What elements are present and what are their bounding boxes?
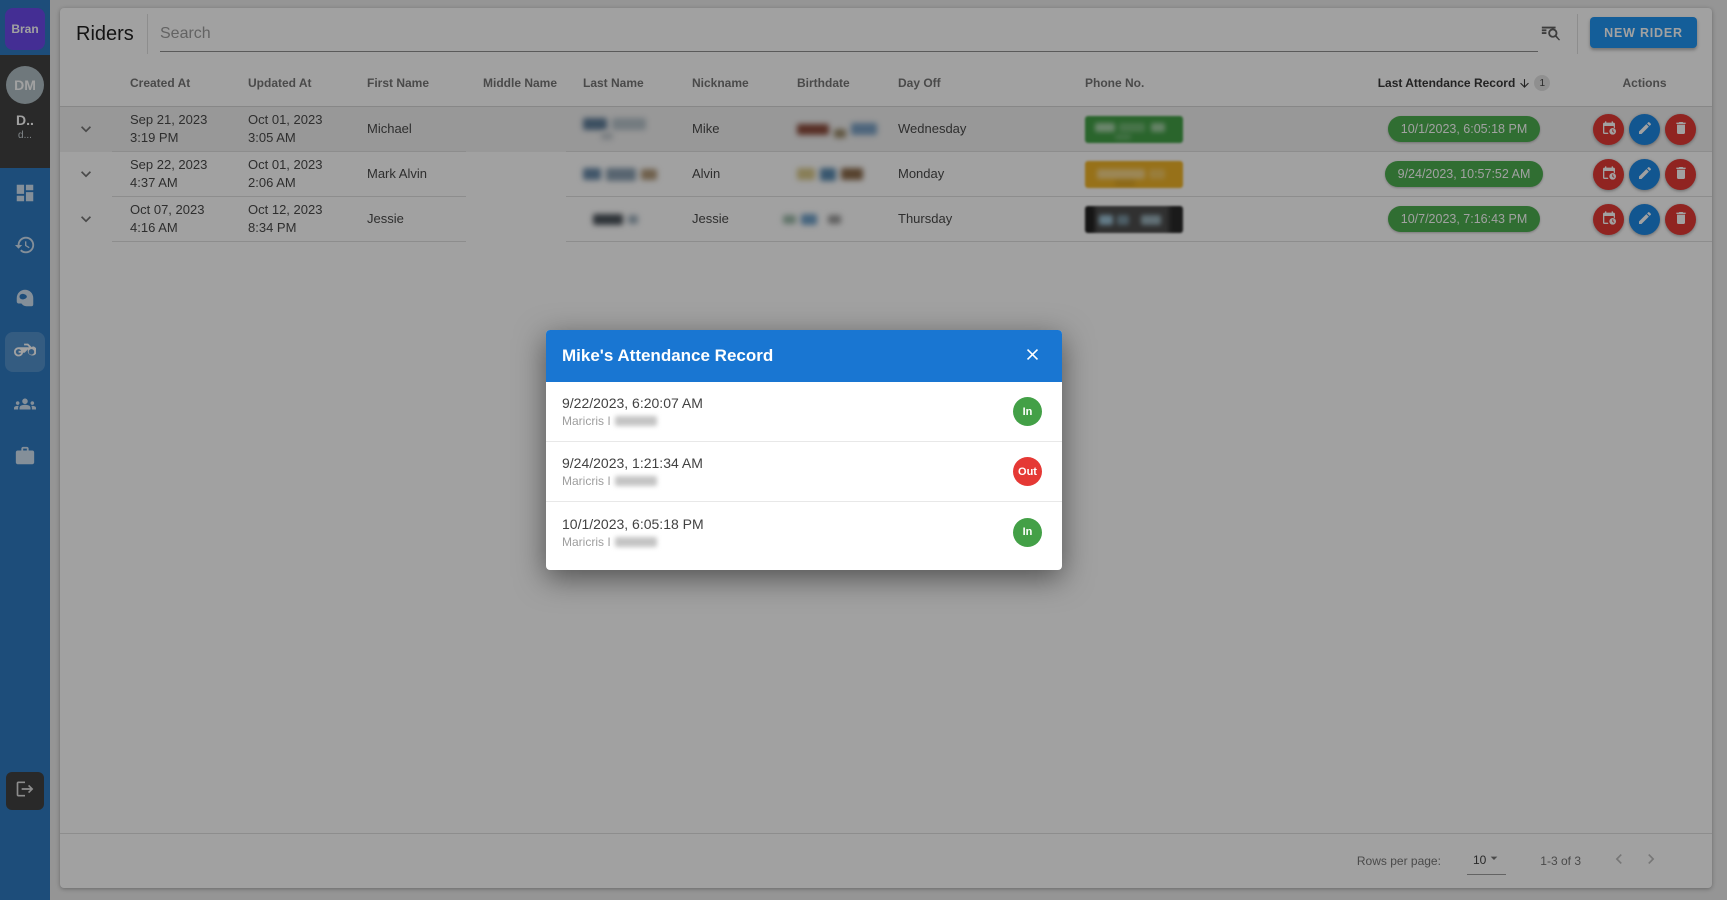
- attendance-record-item: 9/22/2023, 6:20:07 AM Maricris I In: [546, 382, 1062, 442]
- modal-status-badge-0: In: [1013, 397, 1042, 426]
- modal-status-badge-2: In: [1013, 518, 1042, 547]
- riders-page: Bran DM D.. d...: [0, 0, 1727, 900]
- attendance-record-item: 9/24/2023, 1:21:34 AM Maricris I Out: [546, 442, 1062, 502]
- modal-header: Mike's Attendance Record: [546, 330, 1062, 382]
- attendance-datetime: 9/24/2023, 1:21:34 AM: [562, 455, 1013, 471]
- close-icon: [1023, 345, 1042, 367]
- modal-status-badge-1: Out: [1013, 457, 1042, 486]
- attendance-recorded-by: Maricris I: [562, 414, 1013, 428]
- modal-title: Mike's Attendance Record: [562, 346, 1016, 366]
- attendance-recorded-by: Maricris I: [562, 474, 1013, 488]
- attendance-datetime: 10/1/2023, 6:05:18 PM: [562, 516, 1013, 532]
- redacted-name-blob: [615, 416, 657, 426]
- redacted-name-blob: [615, 537, 657, 547]
- attendance-datetime: 9/22/2023, 6:20:07 AM: [562, 395, 1013, 411]
- redacted-name-blob: [615, 476, 657, 486]
- attendance-recorded-by: Maricris I: [562, 535, 1013, 549]
- attendance-record-item: 10/1/2023, 6:05:18 PM Maricris I In: [546, 502, 1062, 562]
- attendance-record-modal: Mike's Attendance Record 9/22/2023, 6:20…: [546, 330, 1062, 570]
- modal-close-button[interactable]: [1016, 340, 1048, 372]
